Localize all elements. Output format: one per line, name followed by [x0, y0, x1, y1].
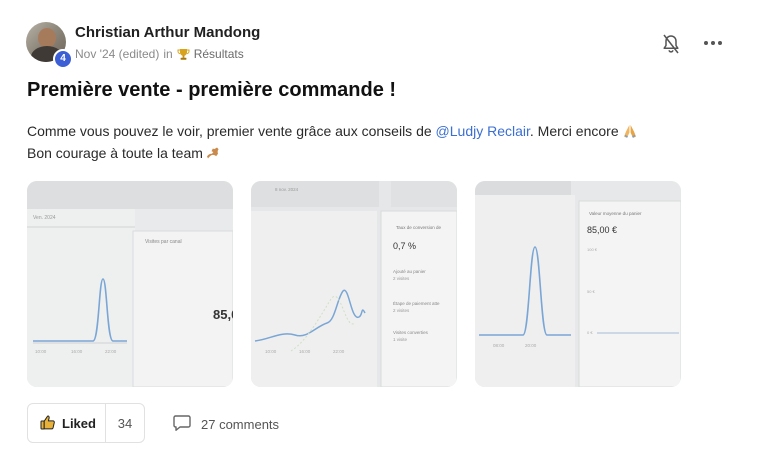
image1-tick-3: 22:00 [105, 349, 117, 354]
post-image-1[interactable]: Ven. 2024 Visites par canal 85,0 10:00 1… [27, 181, 233, 387]
image2-step2: Étape de paiement atte [393, 300, 440, 306]
image3-value: 85,00 € [587, 225, 617, 235]
like-count[interactable]: 34 [106, 404, 144, 442]
image1-value: 85,0 [213, 307, 233, 322]
bell-icon[interactable] [661, 33, 681, 55]
image2-conv-value: 0,7 % [393, 241, 416, 251]
image2-tick-1: 10:00 [265, 349, 277, 354]
image2-date-label: 8 nov. 2024 [275, 187, 299, 192]
category-link[interactable]: Résultats [194, 47, 244, 61]
in-label: in [163, 47, 173, 61]
thumbs-up-icon [40, 414, 56, 433]
image2-step3: Visites converties [393, 330, 429, 335]
more-options-icon[interactable] [702, 33, 724, 53]
comments-link[interactable]: 27 comments [172, 414, 279, 435]
image2-tick-2: 16:00 [299, 349, 311, 354]
like-label: Liked [62, 415, 96, 431]
image3-panel-label: Valeur moyenne du panier [589, 211, 642, 216]
flexed-biceps-icon [206, 145, 222, 161]
body-text-3: Bon courage à toute la team [27, 145, 203, 161]
image1-date-label: Ven. 2024 [33, 215, 56, 221]
image3-ytick-1: 100 € [587, 247, 598, 252]
image3-tick-1: 08:00 [493, 343, 505, 348]
post-title: Première vente - première commande ! [27, 79, 397, 101]
image1-tick-1: 10:00 [35, 349, 47, 354]
image2-step3-sub: 1 visite [393, 337, 408, 342]
author-name[interactable]: Christian Arthur Mandong [75, 24, 260, 41]
image2-tick-3: 22:00 [333, 349, 345, 354]
image1-tick-2: 16:00 [71, 349, 83, 354]
praying-hands-icon [622, 123, 638, 139]
like-button[interactable]: Liked 34 [27, 403, 145, 443]
trophy-icon [177, 48, 190, 61]
like-toggle[interactable]: Liked [28, 404, 106, 442]
image2-panel-label: Taux de conversion de [396, 225, 442, 230]
post-date: Nov '24 (edited) [75, 47, 160, 61]
image3-ytick-2: 50 € [587, 289, 596, 294]
community-post: 4 Christian Arthur Mandong Nov '24 (edit… [0, 0, 762, 456]
post-body: Comme vous pouvez le voir, premier vente… [27, 120, 747, 164]
post-image-3[interactable]: Valeur moyenne du panier 85,00 € 100 € 5… [475, 181, 681, 387]
comments-label: 27 comments [201, 417, 280, 432]
level-badge: 4 [53, 49, 73, 69]
comment-icon [172, 414, 192, 435]
image1-panel-label: Visites par canal [145, 239, 182, 245]
post-meta: Nov '24 (edited) in Résultats [75, 47, 244, 61]
body-text-2: . Merci encore [529, 123, 619, 139]
image2-step2-sub: 2 visites [393, 308, 410, 313]
author-avatar[interactable]: 4 [26, 22, 73, 69]
mention-link[interactable]: @Ludjy Reclair [436, 123, 530, 139]
body-text-1: Comme vous pouvez le voir, premier vente… [27, 123, 436, 139]
image3-ytick-3: 0 € [587, 330, 593, 335]
image2-step1: Ajouté au panier [393, 269, 426, 274]
post-image-2[interactable]: 8 nov. 2024 Taux de conversion de 0,7 % … [251, 181, 457, 387]
image3-tick-2: 20:00 [525, 343, 537, 348]
image2-step1-sub: 2 visites [393, 276, 410, 281]
